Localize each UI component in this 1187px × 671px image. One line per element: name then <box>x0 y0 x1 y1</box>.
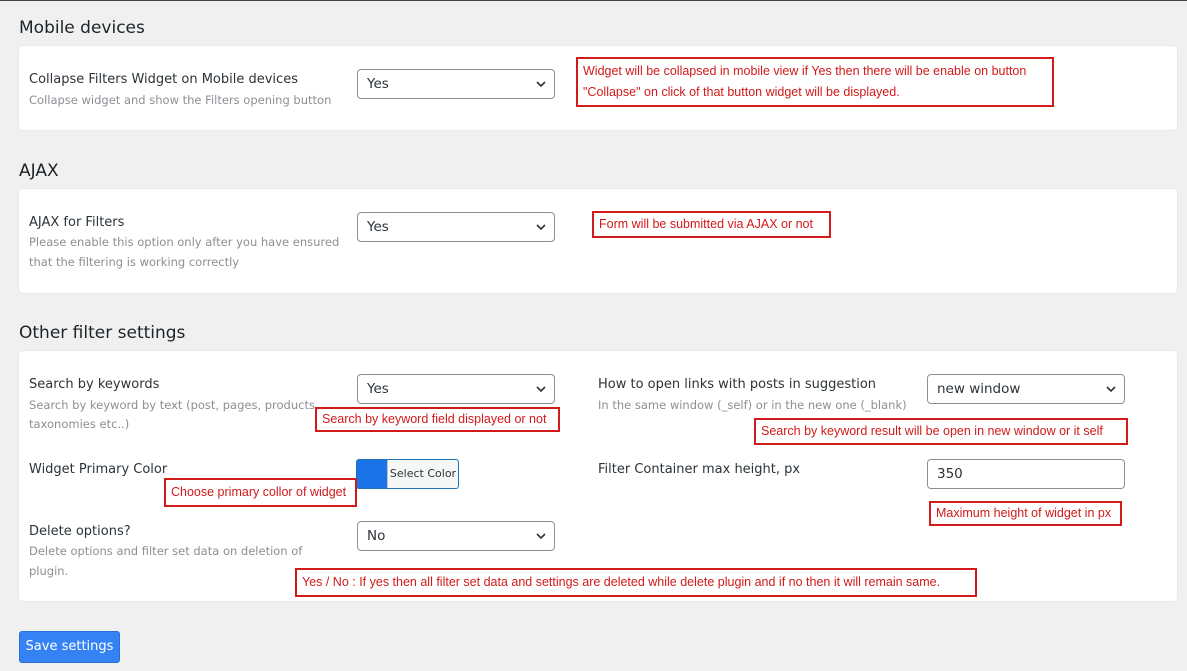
delete-options-description-2: plugin. <box>29 564 69 578</box>
open-links-description: In the same window (_self) or in the new… <box>598 398 907 412</box>
search-keywords-description-1: Search by keyword by text (post, pages, … <box>29 398 319 412</box>
open-links-annotation: Search by keyword result will be open in… <box>754 418 1128 445</box>
max-height-annotation: Maximum height of widget in px <box>929 501 1122 526</box>
section-title-ajax: AJAX <box>19 161 59 181</box>
ajax-filters-description-2: that the filtering is working correctly <box>29 255 240 269</box>
primary-color-label: Widget Primary Color <box>29 462 168 477</box>
collapse-widget-label: Collapse Filters Widget on Mobile device… <box>29 72 298 87</box>
search-keywords-annotation: Search by keyword field displayed or not <box>315 407 560 432</box>
color-swatch <box>357 460 387 488</box>
open-links-value: new window <box>937 381 1021 397</box>
ajax-filters-description-1: Please enable this option only after you… <box>29 235 340 249</box>
select-color-button[interactable]: Select Color <box>356 459 459 489</box>
section-title-other: Other filter settings <box>19 323 186 343</box>
primary-color-annotation: Choose primary collor of widget <box>164 478 357 507</box>
collapse-widget-value: Yes <box>367 76 389 92</box>
ajax-annotation: Form will be submitted via AJAX or not <box>592 211 831 238</box>
search-keywords-select[interactable]: Yes <box>357 374 555 404</box>
max-height-input[interactable]: 350 <box>927 459 1125 489</box>
collapse-widget-description: Collapse widget and show the Filters ope… <box>29 93 332 107</box>
delete-options-select[interactable]: No <box>357 521 555 551</box>
save-settings-button[interactable]: Save settings <box>19 631 120 663</box>
mobile-annotation: Widget will be collapsed in mobile view … <box>576 57 1054 107</box>
collapse-widget-select[interactable]: Yes <box>357 69 555 99</box>
mobile-annotation-line2: "Collapse" on click of that button widge… <box>583 85 900 99</box>
open-links-label: How to open links with posts in suggesti… <box>598 377 877 392</box>
chevron-down-icon <box>1106 386 1116 393</box>
delete-options-label: Delete options? <box>29 524 131 539</box>
ajax-filters-label: AJAX for Filters <box>29 215 125 230</box>
max-height-value: 350 <box>937 466 963 482</box>
ajax-filters-select[interactable]: Yes <box>357 212 555 242</box>
open-links-select[interactable]: new window <box>927 374 1125 404</box>
chevron-down-icon <box>536 81 546 88</box>
ajax-filters-value: Yes <box>367 219 389 235</box>
delete-options-annotation: Yes / No : If yes then all filter set da… <box>295 568 977 597</box>
delete-options-value: No <box>367 528 386 544</box>
search-keywords-description-2: taxonomies etc..) <box>29 417 130 431</box>
delete-options-description-1: Delete options and filter set data on de… <box>29 544 303 558</box>
chevron-down-icon <box>536 224 546 231</box>
section-title-mobile: Mobile devices <box>19 18 145 38</box>
chevron-down-icon <box>536 533 546 540</box>
max-height-label: Filter Container max height, px <box>598 462 801 477</box>
mobile-annotation-line1: Widget will be collapsed in mobile view … <box>583 64 1027 78</box>
chevron-down-icon <box>536 386 546 393</box>
search-keywords-value: Yes <box>367 381 389 397</box>
search-keywords-label: Search by keywords <box>29 377 160 392</box>
top-border <box>0 0 1187 1</box>
select-color-label: Select Color <box>387 460 458 488</box>
